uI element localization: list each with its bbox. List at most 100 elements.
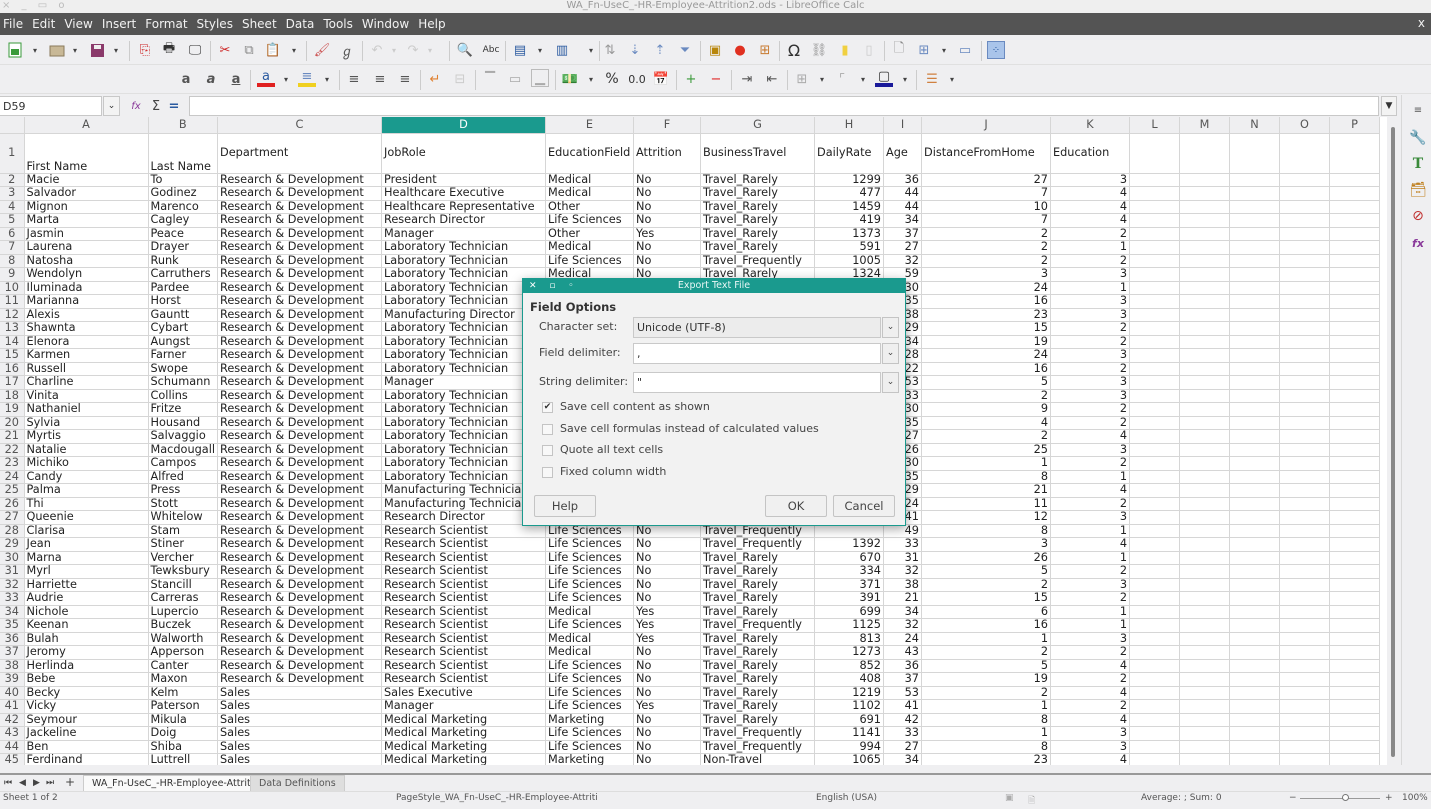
cell[interactable]: Doig	[148, 726, 218, 741]
cell[interactable]	[1229, 281, 1280, 295]
cell[interactable]: Other	[545, 227, 634, 241]
header-cell[interactable]: DistanceFromHome	[921, 133, 1051, 174]
cell[interactable]: Vinita	[24, 389, 149, 403]
cell[interactable]: 3	[1050, 740, 1130, 754]
cell[interactable]	[1129, 389, 1180, 403]
name-box[interactable]: D59	[0, 96, 102, 116]
cell[interactable]: Laboratory Technician	[381, 456, 546, 471]
cell[interactable]	[1329, 605, 1380, 619]
cell[interactable]	[1279, 267, 1330, 282]
cell[interactable]: 1392	[814, 537, 884, 552]
cell[interactable]: Yes	[633, 618, 701, 633]
cell[interactable]: Travel_Frequently	[700, 740, 815, 754]
header-cell[interactable]	[1229, 133, 1280, 174]
cell[interactable]: Research & Development	[217, 443, 382, 457]
cell[interactable]	[1129, 186, 1180, 201]
number-format-icon[interactable]: 0.0	[626, 70, 648, 88]
clone-formatting-icon[interactable]: 🖌	[313, 41, 331, 59]
cell[interactable]: Travel_Rarely	[700, 173, 815, 187]
cell[interactable]: Research & Development	[217, 213, 382, 228]
cell[interactable]: Russell	[24, 362, 149, 376]
underline-icon[interactable]: a	[227, 70, 245, 88]
cell[interactable]: 2	[1050, 699, 1130, 714]
cell[interactable]: Manager	[381, 227, 546, 241]
row-header[interactable]: 11	[0, 294, 25, 309]
cell[interactable]	[1179, 267, 1230, 282]
cell[interactable]: Research Scientist	[381, 564, 546, 579]
cell[interactable]: 4	[1050, 537, 1130, 552]
cell[interactable]: Myrtis	[24, 429, 149, 444]
column-header-d[interactable]: D	[381, 117, 546, 134]
undo-icon[interactable]: ↶	[368, 41, 386, 59]
row-header[interactable]: 24	[0, 470, 25, 484]
cell[interactable]	[1179, 726, 1230, 741]
cell[interactable]	[1229, 578, 1280, 592]
cell[interactable]: 19	[921, 672, 1051, 687]
sum-icon[interactable]: Σ	[147, 97, 165, 115]
cell[interactable]: 16	[921, 362, 1051, 376]
row-header[interactable]: 8	[0, 254, 25, 268]
cell[interactable]: Research & Development	[217, 240, 382, 255]
header-cell[interactable]: BusinessTravel	[700, 133, 815, 174]
cell[interactable]: Sylvia	[24, 416, 149, 430]
cell[interactable]	[1229, 537, 1280, 552]
cell[interactable]: Travel_Rarely	[700, 200, 815, 214]
name-box-dropdown-icon[interactable]: ⌄	[103, 96, 120, 116]
cell[interactable]: Research & Development	[217, 173, 382, 187]
cell[interactable]	[1279, 375, 1330, 390]
row-header[interactable]: 40	[0, 686, 25, 700]
cell[interactable]: 11	[921, 497, 1051, 511]
cell[interactable]	[1179, 470, 1230, 484]
new-dropdown-icon[interactable]: ▾	[33, 46, 37, 55]
cell[interactable]: 6	[921, 605, 1051, 619]
cell[interactable]	[1329, 443, 1380, 457]
insert-chart-icon[interactable]: ●	[731, 41, 749, 59]
cell[interactable]	[1329, 578, 1380, 592]
cell[interactable]: Manager	[381, 375, 546, 390]
cell[interactable]: Buczek	[148, 618, 218, 633]
paste-dropdown-icon[interactable]: ▾	[292, 46, 296, 55]
cell[interactable]: 2	[1050, 672, 1130, 687]
row-header[interactable]: 6	[0, 227, 25, 241]
currency-format-icon[interactable]: 💵	[561, 70, 579, 88]
cell[interactable]: Medical	[545, 645, 634, 660]
function-wizard-icon[interactable]: fx	[127, 97, 145, 115]
cell[interactable]: Drayer	[148, 240, 218, 255]
field-delimiter-input[interactable]: ,	[633, 343, 881, 364]
cell[interactable]: Life Sciences	[545, 537, 634, 552]
cell[interactable]	[1229, 470, 1280, 484]
cell[interactable]	[1279, 510, 1330, 525]
cell[interactable]	[1229, 672, 1280, 687]
cell[interactable]: Nichole	[24, 605, 149, 619]
cell[interactable]: Research & Development	[217, 524, 382, 538]
cell[interactable]: No	[633, 578, 701, 592]
cell[interactable]: Laboratory Technician	[381, 389, 546, 403]
cell[interactable]: Yes	[633, 699, 701, 714]
cell[interactable]	[1229, 605, 1280, 619]
conditional-format-icon[interactable]: ☰	[923, 70, 941, 88]
split-window-icon[interactable]: ▭	[956, 41, 974, 59]
functions-icon[interactable]: fx	[1409, 234, 1427, 252]
align-center-icon[interactable]: ≡	[371, 70, 389, 88]
cell[interactable]: 36	[883, 173, 922, 187]
cell[interactable]	[1129, 254, 1180, 268]
cell[interactable]: 852	[814, 659, 884, 673]
cell[interactable]: 4	[1050, 483, 1130, 498]
cell[interactable]: 1	[1050, 524, 1130, 538]
cell[interactable]: Research Director	[381, 510, 546, 525]
cell[interactable]: 8	[921, 740, 1051, 754]
cell[interactable]: Laboratory Technician	[381, 443, 546, 457]
cell[interactable]: Travel_Rarely	[700, 672, 815, 687]
cell[interactable]: 1	[1050, 281, 1130, 295]
cell[interactable]: 1	[1050, 240, 1130, 255]
column-dropdown-icon[interactable]: ▾	[589, 46, 593, 55]
cell[interactable]: 3	[1050, 294, 1130, 309]
special-character-icon[interactable]: Ω	[785, 41, 803, 60]
cell[interactable]: 5	[921, 375, 1051, 390]
cell[interactable]: Healthcare Executive	[381, 186, 546, 201]
cell[interactable]: Life Sciences	[545, 699, 634, 714]
column-header-h[interactable]: H	[814, 117, 884, 134]
cell[interactable]: Laboratory Technician	[381, 335, 546, 349]
cell[interactable]	[1179, 618, 1230, 633]
cell[interactable]: Travel_Rarely	[700, 632, 815, 646]
